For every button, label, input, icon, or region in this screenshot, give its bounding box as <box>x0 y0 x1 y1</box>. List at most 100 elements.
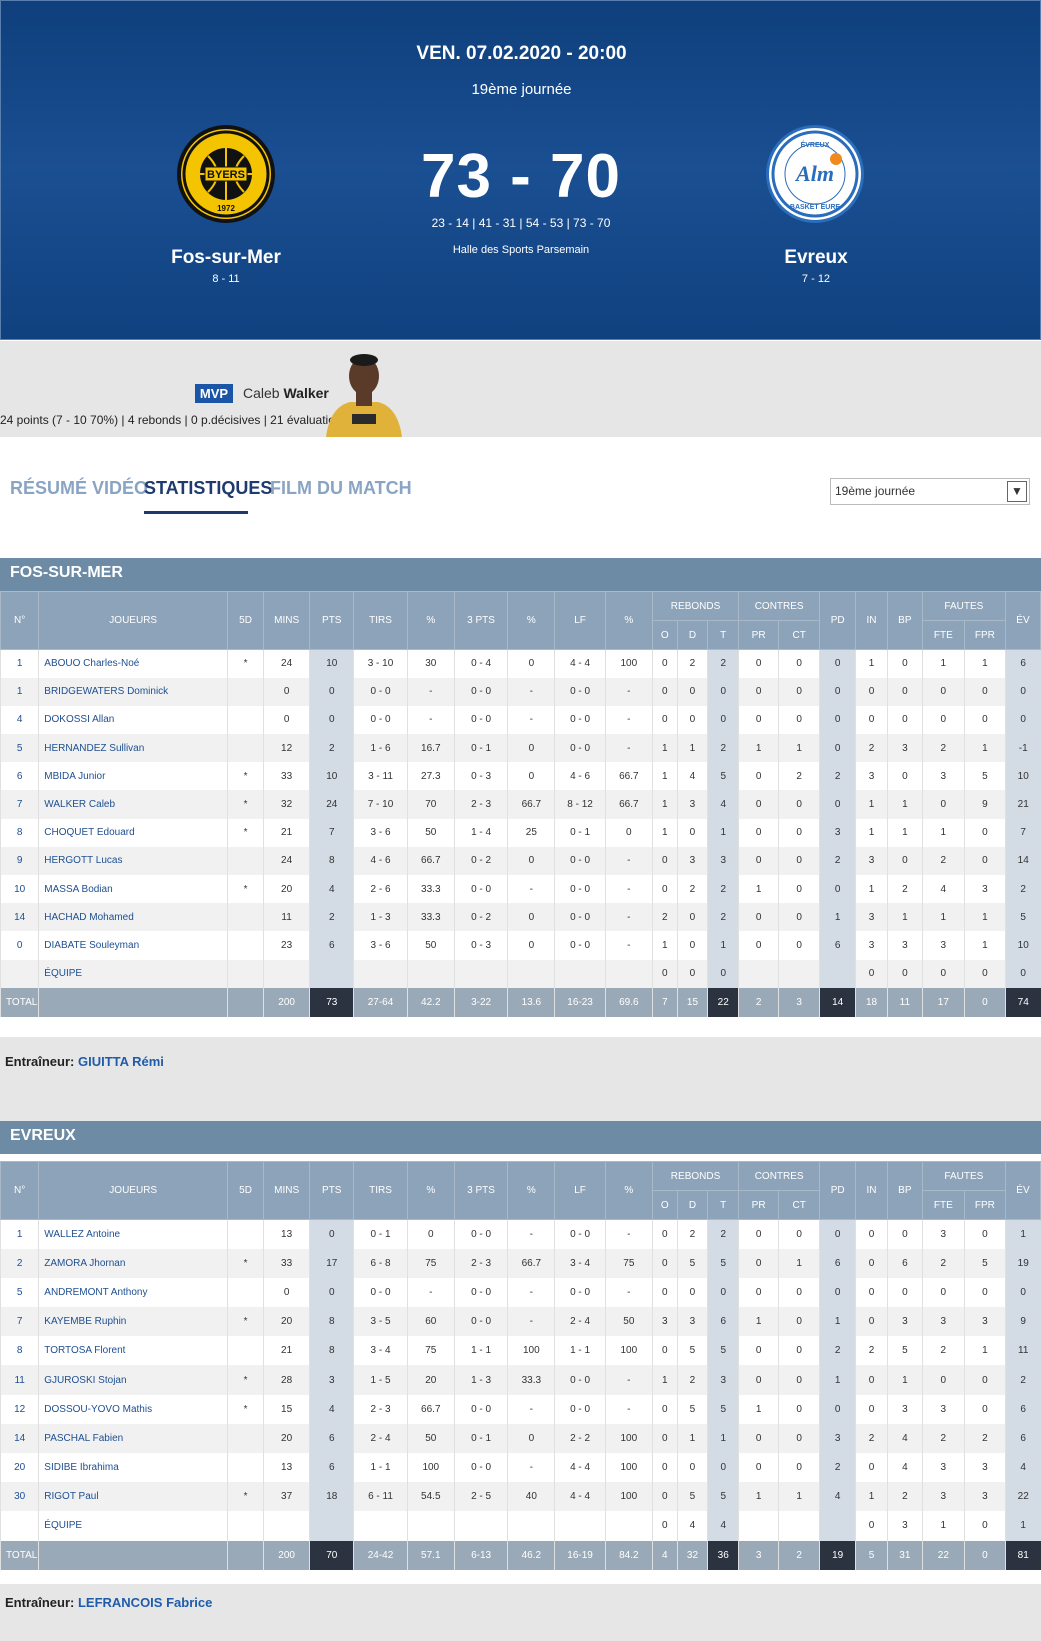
player-name-link[interactable]: SIDIBE Ibrahima <box>38 1453 228 1483</box>
tab-video-summary[interactable]: RÉSUMÉ VIDÉO <box>10 478 148 499</box>
player-name-link[interactable]: DOKOSSI Allan <box>38 705 228 735</box>
tab-statistics[interactable]: STATISTIQUES <box>144 478 272 499</box>
team-2-coach-name[interactable]: LEFRANCOIS Fabrice <box>78 1595 212 1610</box>
player-name-link[interactable]: ÉQUIPE <box>38 959 228 988</box>
col-header-three[interactable]: 3 PTS <box>453 1161 509 1220</box>
away-team-logo[interactable]: Alm ÉVREUX BASKET EURE <box>766 125 864 223</box>
col-header-o[interactable]: O <box>651 1190 678 1220</box>
player-name-link[interactable]: PASCHAL Fabien <box>38 1423 228 1453</box>
player-name-link[interactable]: WALLEZ Antoine <box>38 1219 228 1249</box>
col-header-pct[interactable]: % <box>507 591 556 650</box>
col-header-ev[interactable]: ÉV <box>1004 1161 1041 1220</box>
col-header-no[interactable]: N° <box>0 1161 40 1220</box>
stat-cell: 1 <box>886 818 923 847</box>
stat-cell: 6 <box>1004 649 1041 678</box>
stat-cell: 2 <box>819 1453 856 1483</box>
col-header-five[interactable]: 5D <box>227 1161 265 1220</box>
match-header: VEN. 07.02.2020 - 20:00 19ème journée BY… <box>0 0 1041 340</box>
stat-cell: 1 <box>963 931 1006 960</box>
player-name-link[interactable]: CHOQUET Edouard <box>38 818 228 847</box>
player-name-link[interactable]: BRIDGEWATERS Dominick <box>38 677 228 706</box>
col-header-pd[interactable]: PD <box>819 591 857 650</box>
col-header-fte[interactable]: FTE <box>921 620 965 650</box>
col-header-tirs[interactable]: TIRS <box>353 1161 408 1220</box>
player-name-link[interactable]: MASSA Bodian <box>38 875 228 904</box>
col-header-tirs[interactable]: TIRS <box>353 591 408 650</box>
home-team-name[interactable]: Fos-sur-Mer <box>151 247 301 269</box>
round-select[interactable]: 19ème journée ▼ <box>830 478 1030 505</box>
col-header-players[interactable]: JOUEURS <box>38 1161 229 1220</box>
col-header-three[interactable]: 3 PTS <box>453 591 509 650</box>
player-number: 5 <box>0 734 39 763</box>
stat-cell: 1 <box>778 1248 820 1278</box>
col-header-five[interactable]: 5D <box>227 591 265 650</box>
stat-cell: - <box>507 875 555 904</box>
col-header-bp[interactable]: BP <box>886 1161 923 1220</box>
player-name-link[interactable]: ANDREMONT Anthony <box>38 1277 228 1308</box>
player-name-link[interactable]: KAYEMBE Ruphin <box>38 1307 228 1337</box>
player-name-link[interactable]: ABOUO Charles-Noé <box>38 649 228 678</box>
col-header-in[interactable]: IN <box>855 1161 888 1220</box>
chevron-down-icon[interactable]: ▼ <box>1007 481 1027 502</box>
col-header-lf[interactable]: LF <box>554 591 606 650</box>
col-header-t[interactable]: T <box>707 1190 740 1220</box>
col-header-d[interactable]: D <box>676 620 709 650</box>
player-number: 7 <box>0 1307 39 1337</box>
col-header-ct[interactable]: CT <box>778 1190 821 1220</box>
stat-cell: 0 - 0 <box>554 1365 606 1395</box>
col-header-pts[interactable]: PTS <box>309 1161 355 1220</box>
player-name-link[interactable]: DOSSOU-YOVO Mathis <box>38 1394 228 1424</box>
col-header-lf[interactable]: LF <box>554 1161 606 1220</box>
col-header-ct[interactable]: CT <box>778 620 821 650</box>
player-name-link[interactable]: RIGOT Paul <box>38 1482 228 1512</box>
col-header-fpr[interactable]: FPR <box>963 1190 1006 1220</box>
stat-cell: 0 <box>921 959 965 988</box>
col-header-t[interactable]: T <box>707 620 740 650</box>
team-2-coach: Entraîneur: LEFRANCOIS Fabrice <box>5 1595 212 1610</box>
stat-cell: 8 <box>309 846 354 875</box>
col-header-pct[interactable]: % <box>604 591 653 650</box>
col-header-o[interactable]: O <box>651 620 678 650</box>
col-header-pts[interactable]: PTS <box>309 591 355 650</box>
stat-cell <box>604 959 653 988</box>
col-header-pct[interactable]: % <box>406 591 455 650</box>
col-header-fte[interactable]: FTE <box>921 1190 965 1220</box>
tab-match-film[interactable]: FILM DU MATCH <box>270 478 412 499</box>
player-name-link[interactable]: WALKER Caleb <box>38 790 228 819</box>
col-header-players[interactable]: JOUEURS <box>38 591 229 650</box>
stat-cell <box>227 846 264 875</box>
col-header-no[interactable]: N° <box>0 591 40 650</box>
col-header-mins[interactable]: MINS <box>263 591 311 650</box>
col-header-fpr[interactable]: FPR <box>963 620 1006 650</box>
mvp-name[interactable]: Caleb Walker <box>243 385 329 401</box>
player-name-link[interactable]: DIABATE Souleyman <box>38 931 228 960</box>
col-header-pr[interactable]: PR <box>738 1190 780 1220</box>
col-header-pct[interactable]: % <box>507 1161 556 1220</box>
player-name-link[interactable]: GJUROSKI Stojan <box>38 1365 228 1395</box>
player-name-link[interactable]: HACHAD Mohamed <box>38 903 228 932</box>
col-header-mins[interactable]: MINS <box>263 1161 311 1220</box>
stat-cell: 28 <box>263 1365 310 1395</box>
col-header-ev[interactable]: ÉV <box>1004 591 1041 650</box>
col-header-d[interactable]: D <box>676 1190 709 1220</box>
stat-cell: 1 <box>921 1511 965 1541</box>
col-header-pct[interactable]: % <box>604 1161 653 1220</box>
col-header-in[interactable]: IN <box>855 591 888 650</box>
home-team-logo[interactable]: BYERS 1972 <box>177 125 275 223</box>
player-name-link[interactable]: TORTOSA Florent <box>38 1336 228 1366</box>
player-name-link[interactable]: HERNANDEZ Sullivan <box>38 734 228 763</box>
team-1-coach-name[interactable]: GIUITTA Rémi <box>78 1054 164 1069</box>
stat-cell: 0 <box>707 705 739 735</box>
col-header-pct[interactable]: % <box>406 1161 455 1220</box>
stat-cell: 4 <box>309 1394 354 1424</box>
col-header-pd[interactable]: PD <box>819 1161 857 1220</box>
away-team-name[interactable]: Evreux <box>741 247 891 269</box>
col-header-pr[interactable]: PR <box>738 620 780 650</box>
col-header-bp[interactable]: BP <box>886 591 923 650</box>
player-name-link[interactable]: ÉQUIPE <box>38 1511 228 1541</box>
player-name-link[interactable]: MBIDA Junior <box>38 762 228 791</box>
player-name-link[interactable]: HERGOTT Lucas <box>38 846 228 875</box>
stat-cell <box>819 1511 856 1541</box>
player-name-link[interactable]: ZAMORA Jhornan <box>38 1248 228 1278</box>
stat-cell: 0 <box>921 790 965 819</box>
